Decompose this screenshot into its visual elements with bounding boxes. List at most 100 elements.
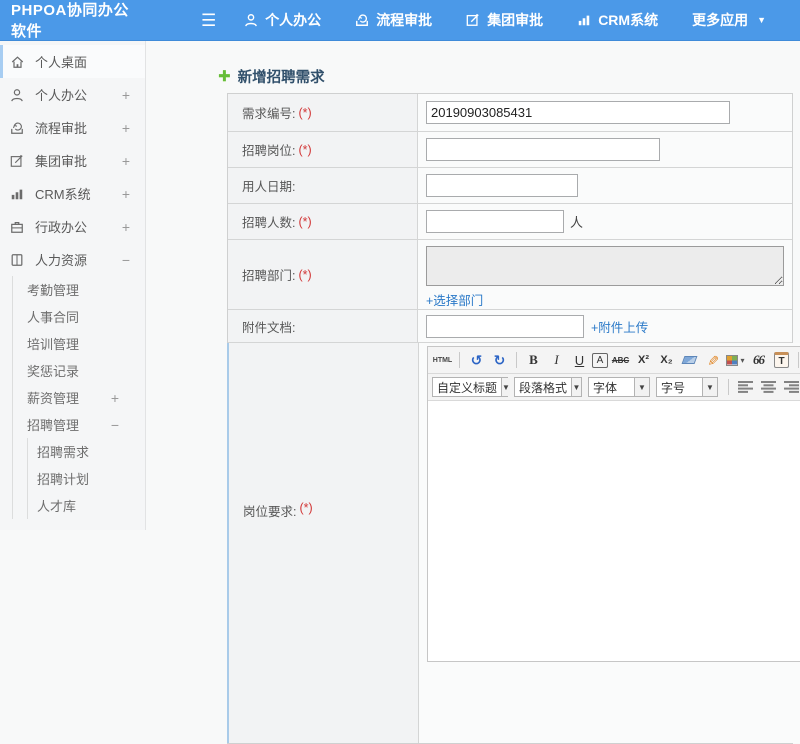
department-textarea[interactable] [426, 246, 784, 286]
clipboard-icon: T [774, 352, 789, 368]
field-label: 招聘人数: (*) [228, 204, 418, 239]
sidebar-item-attendance[interactable]: 考勤管理 [13, 276, 145, 303]
sidebar-item-hr[interactable]: 人力资源 − [0, 243, 145, 276]
nav-more-apps[interactable]: 更多应用 ▼ [692, 10, 766, 30]
html-source-button[interactable]: HTML [432, 350, 453, 371]
strikethrough-button[interactable]: ABC [610, 350, 631, 371]
crm-chart-icon [577, 13, 591, 27]
form-row-department: 招聘部门: (*) +选择部门 [228, 240, 792, 310]
nav-group-approve[interactable]: 集团审批 [466, 10, 543, 30]
sidebar-item-crm[interactable]: CRM系统 + [0, 177, 145, 210]
nav-personal-office[interactable]: 个人办公 [244, 10, 321, 30]
sidebar-item-recruit-plan[interactable]: 招聘计划 [28, 465, 145, 492]
sidebar-item-label: 人力资源 [35, 253, 88, 268]
sidebar-item-rewards[interactable]: 奖惩记录 [13, 357, 145, 384]
remove-format-button[interactable] [679, 350, 700, 371]
nav-label: 集团审批 [487, 12, 544, 28]
crm-chart-icon [10, 186, 27, 201]
caret-down-icon: ▾ [740, 355, 745, 365]
redo-button[interactable]: ↻ [489, 350, 510, 371]
sidebar-item-label: 个人办公 [35, 88, 88, 103]
required-mark: (*) [298, 105, 312, 120]
sidebar-item-label: 奖惩记录 [27, 364, 80, 379]
font-style-button[interactable]: A [592, 352, 608, 368]
user-icon [10, 87, 27, 102]
expand-plus-icon[interactable]: + [111, 390, 119, 406]
sidebar-item-personal-office[interactable]: 个人办公 + [0, 78, 145, 111]
caret-down-icon: ▼ [702, 378, 717, 396]
sidebar-item-recruit-demand[interactable]: 招聘需求 [28, 438, 145, 465]
subscript-button[interactable]: X₂ [656, 350, 677, 371]
paragraph-format-select[interactable]: 段落格式 ▼ [514, 377, 582, 397]
expand-plus-icon[interactable]: + [122, 120, 130, 136]
font-size-select[interactable]: 字号 ▼ [656, 377, 718, 397]
sidebar-item-training[interactable]: 培训管理 [13, 330, 145, 357]
nav-label: 更多应用 [692, 12, 749, 28]
underline-button[interactable]: U [569, 350, 590, 371]
custom-heading-select[interactable]: 自定义标题 ▼ [432, 377, 510, 397]
form-row-demand-no: 需求编号: (*) [228, 94, 792, 132]
headcount-input[interactable] [426, 210, 564, 233]
sidebar-item-salary[interactable]: 薪资管理 + [13, 384, 145, 411]
nav-label: CRM系统 [598, 12, 659, 28]
toolbar-separator [459, 352, 460, 368]
sidebar-item-hr-contract[interactable]: 人事合同 [13, 303, 145, 330]
hire-date-input[interactable] [426, 174, 578, 197]
top-nav: 个人办公 流程审批 集团审批 CRM系统 更多应用 ▼ [244, 10, 800, 30]
sidebar-item-group-approve[interactable]: 集团审批 + [0, 144, 145, 177]
sidebar-item-talent-pool[interactable]: 人才库 [28, 492, 145, 519]
attachment-upload-link[interactable]: +附件上传 [591, 317, 648, 336]
undo-button[interactable]: ↺ [466, 350, 487, 371]
form-row-hire-date: 用人日期: [228, 168, 792, 204]
expand-plus-icon[interactable]: + [122, 219, 130, 235]
hr-submenu: 考勤管理 人事合同 培训管理 奖惩记录 薪资管理 + 招聘管理 − 招聘需求 招… [12, 276, 145, 519]
attachment-input[interactable] [426, 314, 584, 338]
group-approve-icon [466, 13, 480, 27]
nav-crm[interactable]: CRM系统 [577, 10, 658, 30]
nav-flow-approve[interactable]: 流程审批 [355, 10, 432, 30]
required-mark: (*) [299, 501, 313, 515]
superscript-button[interactable]: X² [633, 350, 654, 371]
blockquote-button[interactable]: 66 [748, 350, 769, 371]
sidebar-item-label: 人事合同 [27, 310, 80, 325]
demand-no-input[interactable] [426, 101, 730, 124]
expand-plus-icon[interactable]: + [122, 186, 130, 202]
sidebar-item-label: 招聘管理 [27, 418, 80, 433]
paste-as-text-button[interactable]: T [771, 350, 792, 371]
hamburger-menu-icon[interactable]: ☰ [201, 12, 216, 29]
nav-label: 个人办公 [265, 12, 322, 28]
format-painter-button[interactable]: ✎ [702, 350, 723, 371]
font-family-select[interactable]: 字体 ▼ [588, 377, 650, 397]
page-title-text: 新增招聘需求 [237, 69, 325, 86]
editor-content-area[interactable] [428, 401, 800, 661]
group-approve-icon [10, 153, 27, 168]
align-right-button[interactable] [781, 377, 800, 398]
expand-plus-icon[interactable]: + [122, 87, 130, 103]
caret-down-icon: ▼ [501, 378, 510, 396]
position-input[interactable] [426, 138, 660, 161]
expand-plus-icon[interactable]: + [122, 153, 130, 169]
align-center-icon [760, 381, 776, 393]
eraser-icon [681, 356, 698, 364]
select-department-link[interactable]: +选择部门 [426, 290, 483, 309]
app-brand: PHPOA协同办公软件 [11, 2, 129, 40]
home-icon [10, 54, 27, 69]
field-label: 招聘部门: (*) [228, 240, 418, 309]
collapse-minus-icon[interactable]: − [122, 252, 130, 268]
user-icon [244, 13, 258, 27]
sidebar-item-flow-approve[interactable]: 流程审批 + [0, 111, 145, 144]
nav-label: 流程审批 [376, 12, 433, 28]
sidebar-item-personal-desktop[interactable]: 个人桌面 [0, 45, 145, 78]
sidebar-item-admin-office[interactable]: 行政办公 + [0, 210, 145, 243]
collapse-minus-icon[interactable]: − [111, 417, 119, 433]
sidebar-item-recruit-mgmt[interactable]: 招聘管理 − [13, 411, 145, 438]
align-center-button[interactable] [758, 377, 779, 398]
required-mark: (*) [298, 142, 312, 157]
bold-button[interactable]: B [523, 350, 544, 371]
align-left-button[interactable] [735, 377, 756, 398]
bg-color-button[interactable]: ▾ [725, 350, 746, 371]
sidebar-item-label: 集团审批 [35, 154, 88, 169]
editor-toolbar-row1: HTML ↺ ↻ B I U A ABC X² X₂ ✎ ▾ 66 T [428, 347, 800, 374]
italic-button[interactable]: I [546, 350, 567, 371]
field-label: 用人日期: [228, 168, 418, 203]
